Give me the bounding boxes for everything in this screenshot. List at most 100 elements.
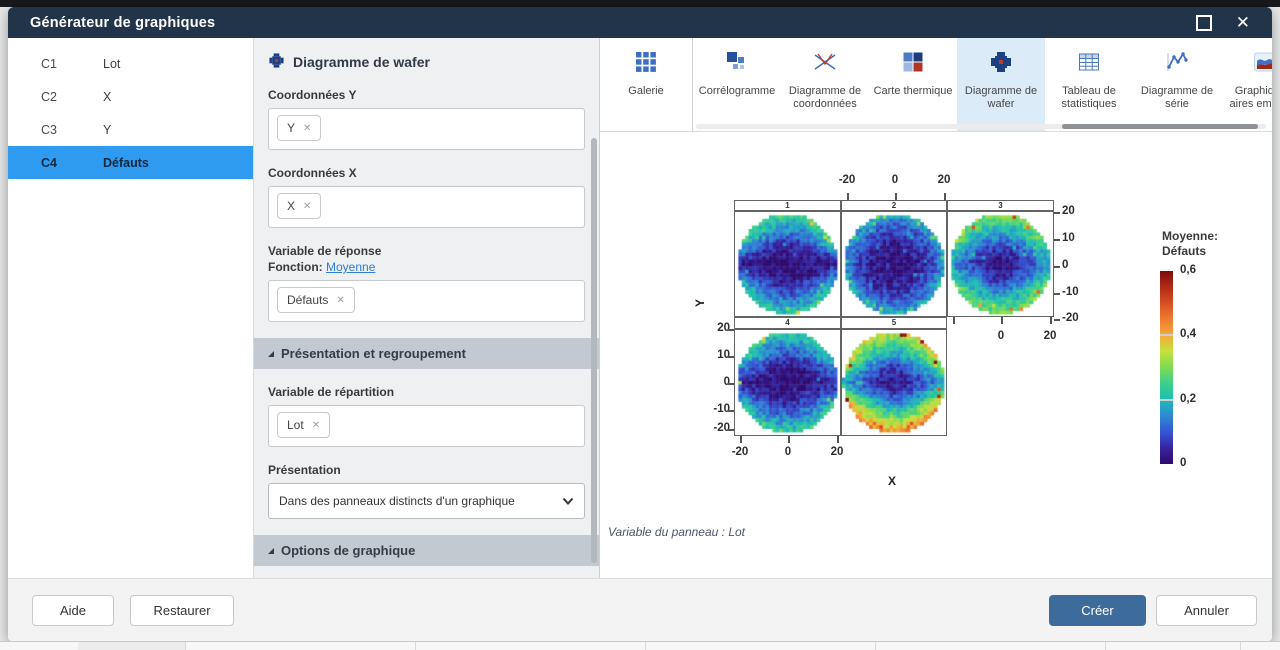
chip-x[interactable]: X ✕ (277, 193, 321, 219)
x-tick-label-bottom: -20 (728, 446, 752, 458)
config-scrollbar[interactable] (591, 138, 597, 563)
gallery-item-label: Tableau de statistiques (1045, 85, 1133, 111)
background-top-strip (0, 0, 1280, 7)
chip-x-label: X (287, 199, 295, 213)
legend-subtitle: Défauts (1162, 244, 1206, 259)
chip-y-remove-icon[interactable]: ✕ (303, 123, 311, 134)
response-dropzone[interactable]: Défauts ✕ (268, 280, 585, 322)
y-tick-label-right: -20 (1062, 312, 1079, 324)
section-options-header[interactable]: Options de graphique (254, 535, 599, 566)
coord-x-dropzone[interactable]: X ✕ (268, 186, 585, 228)
variable-id: C4 (41, 156, 103, 170)
gallery-item-parallel[interactable]: Diagramme de coordonnées (781, 38, 869, 131)
chart-preview: 12345-2002020100-10-2002020100-10-20-200… (600, 132, 1272, 578)
gallery-item-label: Corrélogramme (697, 85, 777, 98)
wafer-panel-3 (947, 211, 1054, 317)
gallery-item-wafer[interactable]: Diagramme de wafer (957, 38, 1045, 131)
y-tick-mark-right (1054, 266, 1060, 268)
gallery-item-area[interactable]: Graphique à aires empilées (1221, 38, 1272, 131)
wafer-icon (989, 50, 1013, 82)
y-tick-label-left: -10 (696, 403, 730, 415)
restore-button[interactable]: Restaurer (130, 595, 234, 626)
x-tick-mark-bottom (740, 436, 742, 443)
gallery-toolbar: Galerie Corrélogramme Diagramme de coordo… (600, 38, 1272, 132)
gallery-scrollbar-thumb[interactable] (1062, 124, 1258, 129)
coord-y-dropzone[interactable]: Y ✕ (268, 108, 585, 150)
chip-split-label: Lot (287, 418, 304, 432)
area-icon (1253, 50, 1272, 82)
wafer-panel-4 (734, 329, 841, 436)
x-tick-mark-top (944, 193, 946, 200)
x-tick-label-col3: 0 (989, 330, 1013, 342)
variable-row-c2[interactable]: C2X (8, 80, 253, 113)
legend-tick-label: 0,6 (1180, 264, 1196, 276)
x-tick-label-top: 20 (932, 174, 956, 186)
function-value-link[interactable]: Moyenne (326, 260, 375, 274)
gallery-item-label: Diagramme de série (1133, 85, 1221, 111)
legend-tick-label: 0,2 (1180, 393, 1196, 405)
chart-type-title: Diagramme de wafer (293, 54, 430, 70)
collapse-triangle-icon (268, 351, 274, 357)
y-tick-mark-left (728, 356, 734, 358)
gallery-item-stats-table[interactable]: Tableau de statistiques (1045, 38, 1133, 131)
cancel-button[interactable]: Annuler (1156, 595, 1257, 626)
close-icon[interactable]: ✕ (1236, 14, 1250, 31)
x-tick-mark-bottom (788, 436, 790, 443)
panel-strip-1: 1 (734, 200, 841, 211)
chip-response-remove-icon[interactable]: ✕ (336, 295, 344, 306)
title-bar: Générateur de graphiques ✕ (8, 7, 1272, 38)
split-dropzone[interactable]: Lot ✕ (268, 405, 585, 447)
chart-type-header: Diagramme de wafer (268, 52, 585, 72)
chip-x-remove-icon[interactable]: ✕ (303, 201, 311, 212)
x-tick-label-bottom: 20 (825, 446, 849, 458)
wafer-panel-2 (841, 211, 947, 317)
chip-split-remove-icon[interactable]: ✕ (312, 420, 320, 431)
wafer-heatmap-canvas (735, 212, 840, 316)
window-controls: ✕ (1196, 14, 1250, 31)
variable-id: C1 (41, 57, 103, 71)
y-tick-mark-left (728, 410, 734, 412)
chip-y[interactable]: Y ✕ (277, 115, 321, 141)
x-tick-label-col3: 20 (1038, 330, 1062, 342)
panel-strip-2: 2 (841, 200, 947, 211)
function-label: Fonction: (268, 260, 323, 274)
x-tick-mark-top (895, 193, 897, 200)
presentation-select[interactable]: Dans des panneaux distincts d'un graphiq… (268, 483, 585, 519)
gallery-item-series[interactable]: Diagramme de série (1133, 38, 1221, 131)
gallery-scrollbar-track[interactable] (696, 124, 1266, 129)
variable-row-c3[interactable]: C3Y (8, 113, 253, 146)
variable-row-c4[interactable]: C4Défauts (8, 146, 253, 179)
split-label: Variable de répartition (268, 385, 585, 399)
y-tick-mark-left (728, 383, 734, 385)
y-tick-label-right: -10 (1062, 286, 1079, 298)
gallery-item-label: Carte thermique (872, 85, 955, 98)
gallery-item-label: Diagramme de coordonnées (781, 85, 869, 111)
wafer-icon (268, 52, 285, 72)
gallery-grid-icon (634, 50, 658, 82)
chip-split[interactable]: Lot ✕ (277, 412, 330, 438)
x-tick-label-top: 0 (883, 174, 907, 186)
maximize-icon[interactable] (1196, 15, 1212, 31)
gallery-item-correlogram[interactable]: Corrélogramme (693, 38, 781, 131)
gallery-item-heatmap[interactable]: Carte thermique (869, 38, 957, 131)
y-tick-mark-right (1054, 293, 1060, 295)
parallel-icon (813, 50, 837, 82)
x-tick-label-bottom: 0 (776, 446, 800, 458)
config-panel: Diagramme de wafer Coordonnées Y Y ✕ Coo… (254, 38, 600, 578)
legend-notch (1160, 334, 1173, 336)
variable-row-c1[interactable]: C1Lot (8, 47, 253, 80)
x-tick-mark-col3 (1050, 317, 1052, 324)
chip-response[interactable]: Défauts ✕ (277, 287, 355, 313)
gallery-home-button[interactable]: Galerie (600, 38, 693, 131)
section-options-title: Options de graphique (281, 543, 415, 558)
x-tick-mark-bottom (837, 436, 839, 443)
section-grouping-header[interactable]: Présentation et regroupement (254, 338, 599, 369)
help-button[interactable]: Aide (32, 595, 114, 626)
y-tick-mark-left (728, 329, 734, 331)
legend-tick-label: 0 (1180, 457, 1186, 469)
y-tick-mark-right (1054, 212, 1060, 214)
legend-colorbar (1160, 271, 1173, 464)
coord-x-label: Coordonnées X (268, 166, 585, 180)
create-button[interactable]: Créer (1049, 595, 1146, 626)
variable-id: C3 (41, 123, 103, 137)
